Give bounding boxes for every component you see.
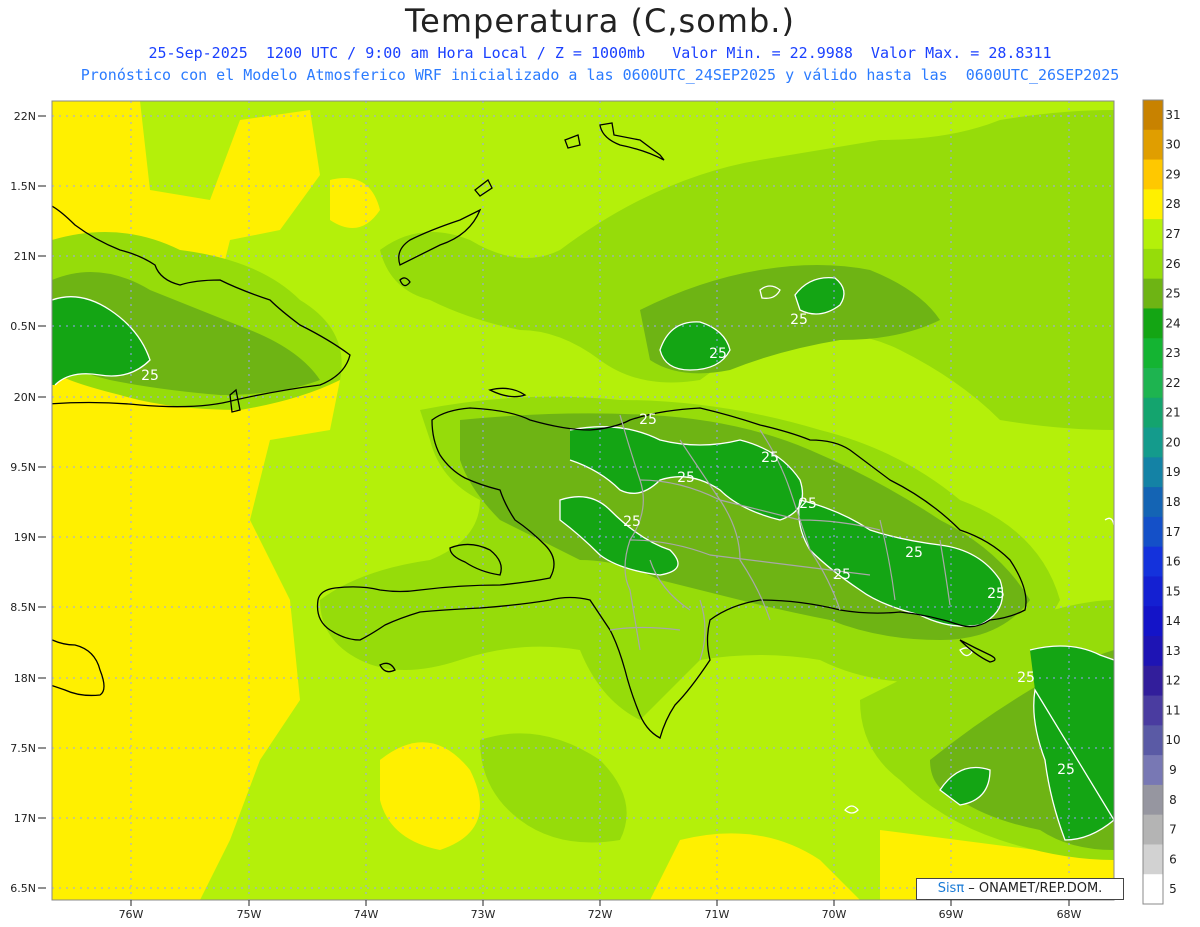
colorbar-swatch [1143, 874, 1163, 905]
credit-brand: Sisπ [937, 881, 965, 896]
colorbar-label: 26 [1165, 257, 1180, 271]
lon-label: 69W [939, 908, 964, 921]
colorbar-swatch [1143, 665, 1163, 697]
lat-label: 22N [14, 110, 36, 123]
colorbar-swatch [1143, 695, 1163, 726]
colorbar-label: 22 [1165, 376, 1180, 390]
colorbar-swatch [1143, 338, 1163, 369]
colorbar-swatch [1143, 844, 1163, 875]
colorbar-label: 17 [1165, 525, 1180, 539]
warm-area-strip [52, 720, 72, 900]
colorbar-swatch [1143, 784, 1163, 816]
longitude-labels: 76W 75W 74W 73W 72W 71W 70W 69W 68W [119, 900, 1082, 921]
colorbar-label: 9 [1169, 763, 1177, 777]
colorbar-swatch [1143, 606, 1163, 637]
credit-text: – ONAMET/REP.DOM. [964, 881, 1103, 896]
lat-label: 8.5N [10, 601, 36, 614]
contour-label: 25 [987, 586, 1005, 602]
contour-label: 25 [709, 346, 727, 362]
lon-label: 73W [471, 908, 496, 921]
colorbar-label: 25 [1165, 287, 1180, 301]
contour-label: 25 [1017, 670, 1035, 686]
colorbar-label: 7 [1169, 823, 1177, 837]
colorbar-swatch [1143, 636, 1163, 667]
lat-label: 6.5N [10, 882, 36, 895]
colorbar-swatch [1143, 755, 1163, 786]
lat-label: 17N [14, 812, 36, 825]
contour-label: 25 [761, 450, 779, 466]
colorbar-label: 28 [1165, 197, 1180, 211]
contour-label: 25 [790, 312, 808, 328]
contour-label: 25 [141, 368, 159, 384]
latitude-labels: 22N 1.5N 21N 0.5N 20N 9.5N 19N 8.5N 18N 7.5N 17N 6.… [10, 110, 46, 895]
colorbar-label: 30 [1165, 138, 1180, 152]
colorbar-swatch [1143, 219, 1163, 250]
colorbar-label: 8 [1169, 793, 1177, 807]
colorbar-swatch [1143, 100, 1163, 131]
colorbar-swatch [1143, 457, 1163, 488]
colorbar-label: 12 [1165, 674, 1180, 688]
lat-label: 9.5N [10, 461, 36, 474]
colorbar-label: 19 [1165, 465, 1180, 479]
lon-label: 72W [588, 908, 613, 921]
colorbar-label: 10 [1165, 733, 1180, 747]
colorbar-label: 24 [1165, 316, 1180, 330]
colorbar-label: 21 [1165, 406, 1180, 420]
colorbar-swatch [1143, 546, 1163, 577]
colorbar-label: 23 [1165, 346, 1180, 360]
contour-label: 25 [905, 545, 923, 561]
colorbar-label: 5 [1169, 882, 1177, 896]
contour-label: 25 [1057, 762, 1075, 778]
colorbar-label: 16 [1165, 555, 1180, 569]
colorbar: 31 30 29 28 27 26 25 24 23 22 21 20 19 18 17 16 15 14 13 12… [1142, 99, 1181, 905]
lat-label: 20N [14, 391, 36, 404]
lat-label: 18N [14, 672, 36, 685]
colorbar-swatch [1143, 487, 1163, 518]
lat-label: 21N [14, 250, 36, 263]
lon-label: 70W [822, 908, 847, 921]
colorbar-label: 14 [1165, 614, 1180, 628]
colorbar-label: 27 [1165, 227, 1180, 241]
colorbar-swatch [1143, 427, 1163, 458]
contour-label: 25 [623, 514, 641, 530]
colorbar-swatch [1143, 397, 1163, 429]
colorbar-swatch [1143, 159, 1163, 190]
lon-label: 75W [237, 908, 262, 921]
lat-label: 0.5N [10, 320, 36, 333]
contour-label: 25 [639, 412, 657, 428]
lat-label: 7.5N [10, 742, 36, 755]
colorbar-swatch [1143, 129, 1163, 161]
contour-label: 25 [799, 496, 817, 512]
colorbar-label: 15 [1165, 584, 1180, 598]
colorbar-swatch [1143, 278, 1163, 309]
lon-label: 76W [119, 908, 144, 921]
colorbar-swatch [1143, 814, 1163, 845]
temperature-field [52, 101, 1114, 900]
colorbar-label: 31 [1165, 108, 1180, 122]
colorbar-swatch [1143, 368, 1163, 399]
colorbar-label: 18 [1165, 495, 1180, 509]
colorbar-swatch [1143, 189, 1163, 220]
lat-label: 1.5N [10, 180, 36, 193]
colorbar-label: 6 [1169, 852, 1177, 866]
contour-label: 25 [677, 470, 695, 486]
colorbar-swatch [1143, 725, 1163, 756]
colorbar-swatch [1143, 576, 1163, 607]
contour-label: 25 [833, 567, 851, 583]
lon-label: 71W [705, 908, 730, 921]
lon-label: 68W [1057, 908, 1082, 921]
temperature-map: 25 25 25 25 25 25 25 25 25 25 25 25 25 22N 1.5N 21N 0.5… [10, 99, 1181, 921]
colorbar-label: 11 [1165, 703, 1180, 717]
lon-label: 74W [354, 908, 379, 921]
colorbar-swatch [1143, 308, 1163, 339]
colorbar-swatch [1143, 248, 1163, 280]
credit-box: Sisπ – ONAMET/REP.DOM. [916, 878, 1124, 900]
colorbar-label: 20 [1165, 435, 1180, 449]
colorbar-label: 29 [1165, 167, 1180, 181]
colorbar-swatch [1143, 516, 1163, 548]
lat-label: 19N [14, 531, 36, 544]
colorbar-label: 13 [1165, 644, 1180, 658]
